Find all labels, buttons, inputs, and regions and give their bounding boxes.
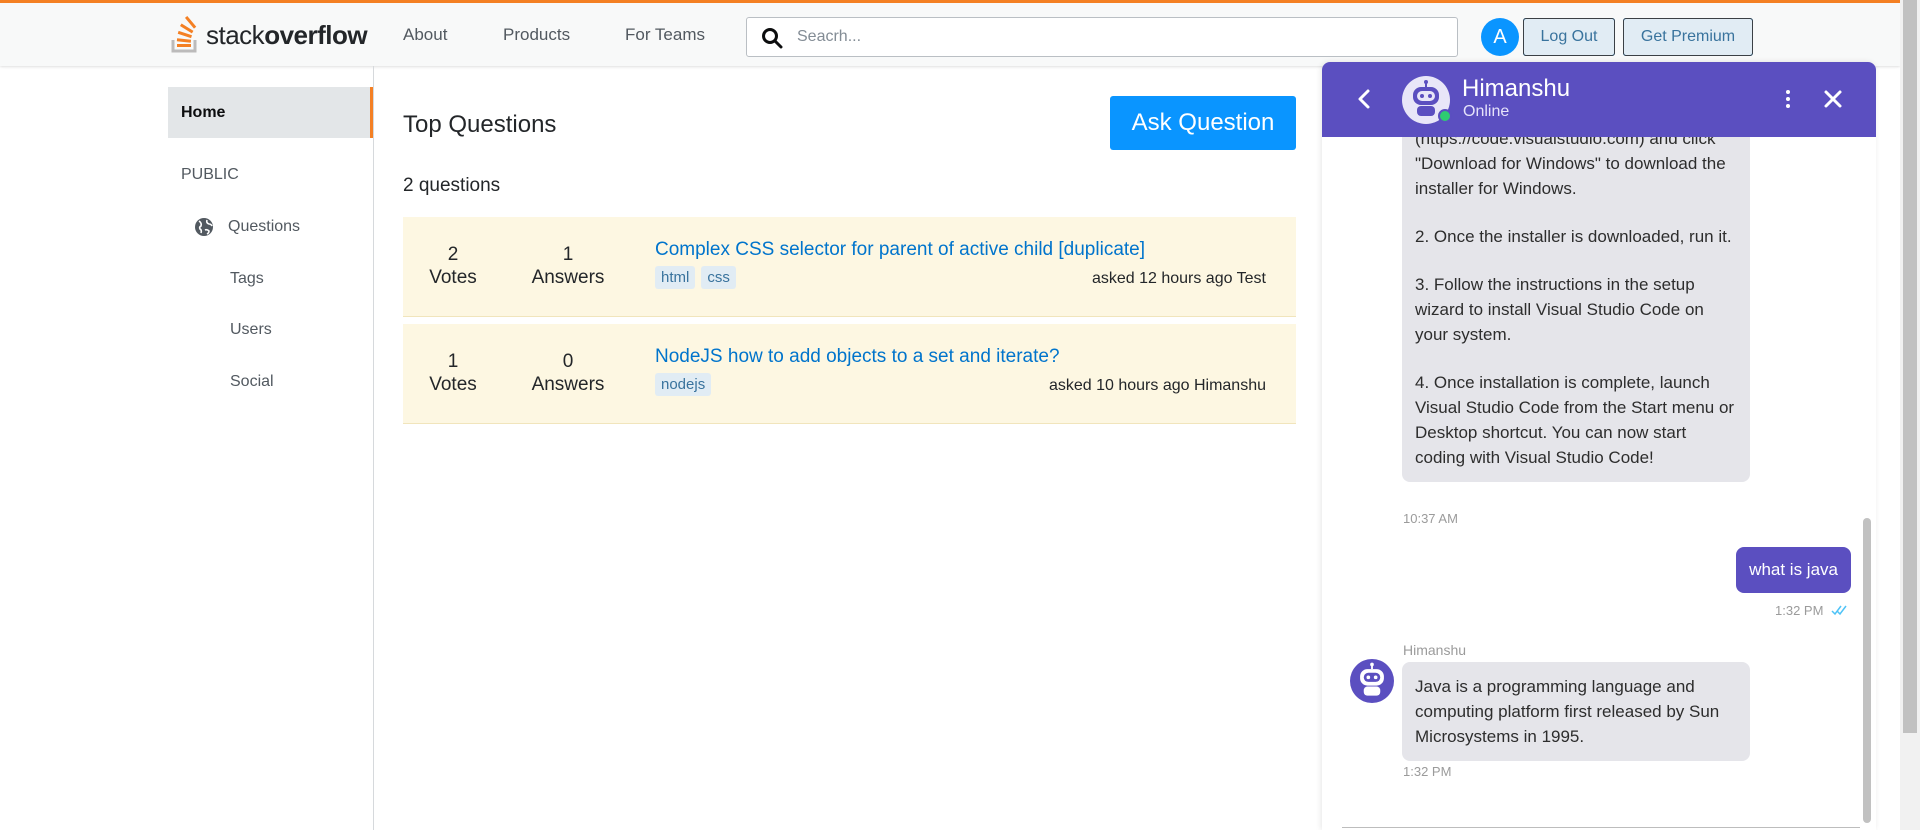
chat-contact-status: Online: [1463, 103, 1510, 120]
left-sidebar: Home PUBLIC Questions Tags Users Social: [0, 66, 374, 830]
sidebar-section-public: PUBLIC: [181, 166, 239, 183]
message-line: 3. Follow the instructions in the setup …: [1415, 275, 1704, 344]
vote-count: 1 Votes: [429, 351, 477, 395]
message-sender-name: Himanshu: [1403, 642, 1467, 658]
message-line: 2. Once the installer is downloaded, run…: [1415, 227, 1732, 246]
stack-logo-icon: [171, 16, 197, 53]
question-row: 2 Votes 1 Answers Complex CSS selector f…: [403, 217, 1296, 317]
tag-list: html css: [655, 266, 736, 289]
double-check-icon: [1831, 603, 1849, 621]
globe-icon: [194, 217, 214, 242]
search-input[interactable]: [795, 18, 1445, 56]
logo-text: stackoverflow: [206, 19, 368, 50]
user-message: what is java: [1736, 547, 1851, 593]
search-box: [746, 17, 1458, 57]
message-time: 10:37 AM: [1403, 511, 1458, 526]
message-line: 4. Once installation is complete, launch…: [1415, 373, 1735, 467]
nav-products-link[interactable]: Products: [503, 25, 570, 45]
question-title-link[interactable]: Complex CSS selector for parent of activ…: [655, 239, 1145, 261]
question-title-link[interactable]: NodeJS how to add objects to a set and i…: [655, 346, 1060, 368]
bot-message: (https://code.visualstudio.com) and clic…: [1402, 137, 1750, 482]
sidebar-item-home[interactable]: Home: [168, 87, 373, 138]
top-bar: stackoverflow About Products For Teams A…: [0, 0, 1900, 66]
message-line: (https://code.visualstudio.com) and clic…: [1415, 137, 1726, 198]
tag-list: nodejs: [655, 373, 712, 396]
page-scrollbar-thumb[interactable]: [1903, 0, 1917, 733]
tag-css[interactable]: css: [701, 266, 736, 289]
sidebar-item-tags[interactable]: Tags: [230, 270, 264, 288]
page-title: Top Questions: [403, 111, 557, 138]
chat-contact-name: Himanshu: [1462, 75, 1571, 102]
sidebar-item-users[interactable]: Users: [230, 321, 272, 339]
question-row: 1 Votes 0 Answers NodeJS how to add obje…: [403, 324, 1296, 424]
online-status-dot: [1438, 109, 1452, 123]
nav-about-link[interactable]: About: [403, 25, 447, 45]
nav-for-teams-link[interactable]: For Teams: [625, 25, 705, 45]
answer-count: 0 Answers: [531, 351, 605, 395]
bot-avatar-icon: [1350, 659, 1394, 703]
close-icon[interactable]: [1822, 88, 1844, 115]
message-time: 1:32 PM: [1775, 603, 1824, 618]
chat-header: Himanshu Online: [1322, 62, 1876, 137]
question-count: 2 questions: [403, 175, 501, 196]
ask-question-button[interactable]: Ask Question: [1110, 96, 1296, 150]
chat-scrollbar[interactable]: [1863, 518, 1871, 823]
user-avatar[interactable]: A: [1481, 18, 1519, 56]
get-premium-button[interactable]: Get Premium: [1623, 18, 1753, 56]
message-time: 1:32 PM: [1403, 764, 1452, 779]
message-line: Java is a programming language and compu…: [1415, 677, 1720, 746]
sidebar-item-social[interactable]: Social: [230, 373, 274, 391]
sidebar-item-questions[interactable]: Questions: [228, 218, 300, 236]
chat-panel: Himanshu Online (https://code.visualstud…: [1322, 62, 1876, 830]
chat-messages: (https://code.visualstudio.com) and clic…: [1322, 137, 1876, 830]
stackoverflow-logo[interactable]: stackoverflow: [170, 16, 368, 54]
tag-html[interactable]: html: [655, 266, 696, 289]
chevron-left-icon[interactable]: [1354, 88, 1376, 115]
answer-count: 1 Answers: [531, 244, 605, 288]
search-icon: [761, 27, 783, 54]
more-options-icon[interactable]: [1784, 88, 1792, 115]
vote-count: 2 Votes: [429, 244, 477, 288]
tag-nodejs[interactable]: nodejs: [655, 373, 712, 396]
question-meta: asked 12 hours ago Test: [1091, 270, 1266, 287]
bot-message: Java is a programming language and compu…: [1402, 662, 1750, 761]
question-meta: asked 10 hours ago Himanshu: [1048, 377, 1266, 394]
log-out-button[interactable]: Log Out: [1523, 18, 1615, 56]
